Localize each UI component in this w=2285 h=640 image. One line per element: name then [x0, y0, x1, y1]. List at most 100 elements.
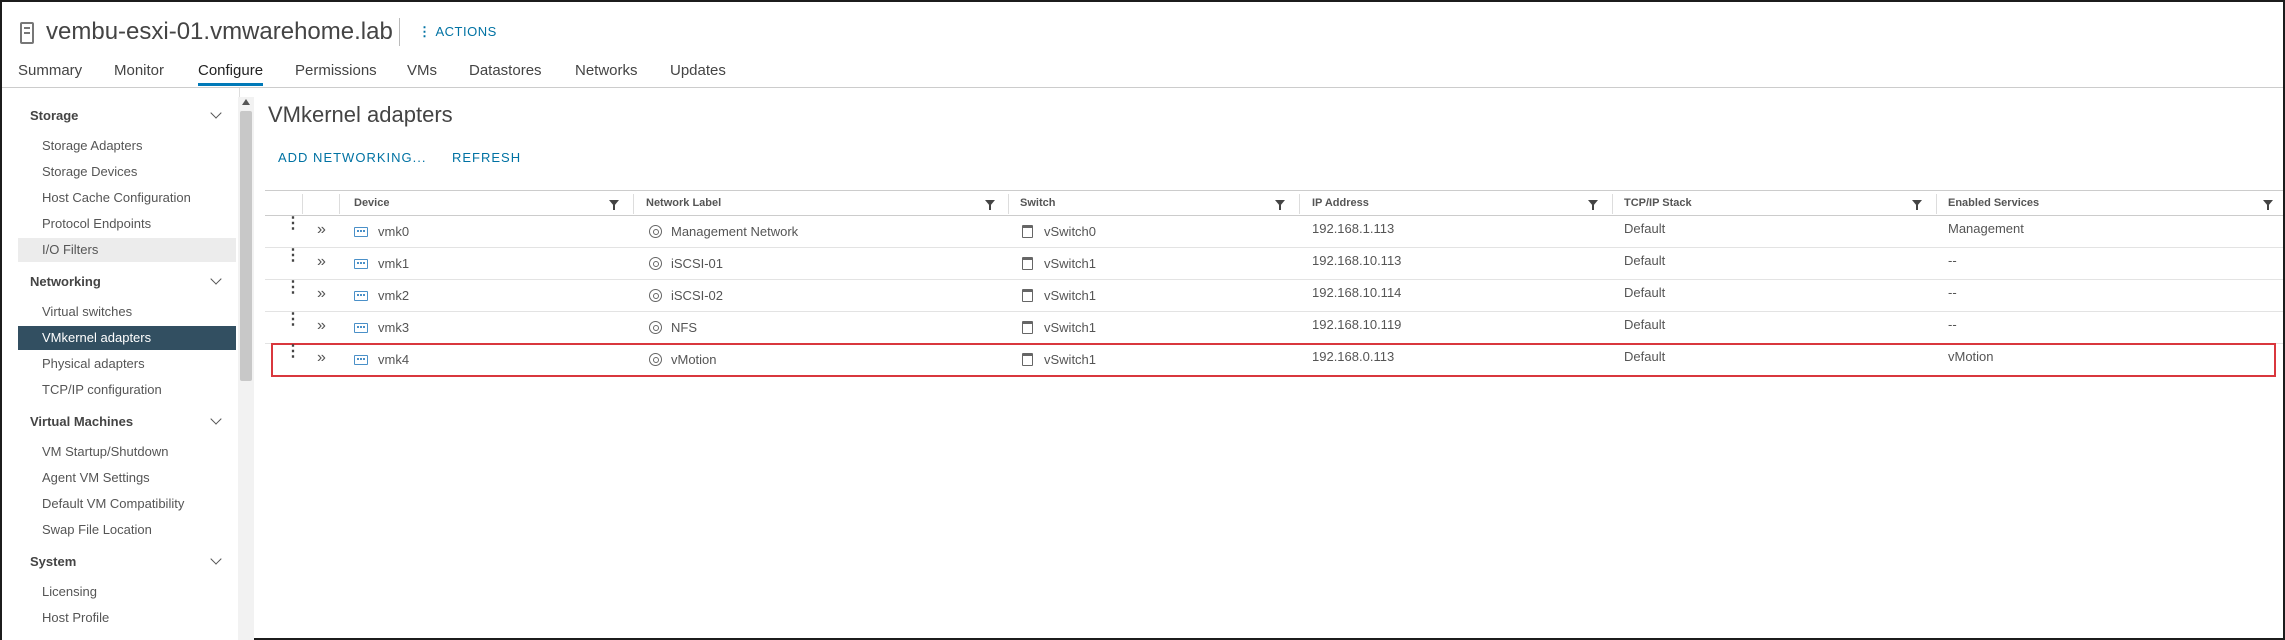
sidebar-item-licensing[interactable]: Licensing	[18, 580, 236, 604]
row-actions-icon[interactable]: ⋮	[285, 280, 301, 296]
network-icon	[649, 225, 662, 238]
sidebar-item-storage-adapters[interactable]: Storage Adapters	[18, 134, 236, 158]
table-row[interactable]: ⋮ » vmk0 Management Network vSwitch0 192…	[265, 216, 2283, 248]
tab-updates[interactable]: Updates	[670, 62, 726, 79]
row-actions-icon[interactable]: ⋮	[285, 344, 301, 360]
row-actions-icon[interactable]: ⋮	[285, 216, 301, 232]
cell-ip-address: 192.168.10.119	[1312, 317, 1402, 332]
row-actions-icon[interactable]: ⋮	[285, 248, 301, 264]
sidebar-item-protocol-endpoints[interactable]: Protocol Endpoints	[18, 212, 236, 236]
vmkernel-nic-icon	[354, 259, 368, 269]
host-title: vembu-esxi-01.vmwarehome.lab	[46, 18, 393, 45]
cell-network-label[interactable]: Management Network	[671, 224, 798, 239]
chevron-down-icon[interactable]	[210, 413, 222, 425]
sidebar-item-host-profile[interactable]: Host Profile	[18, 606, 236, 630]
table-row[interactable]: ⋮ » vmk3 NFS vSwitch1 192.168.10.119 Def…	[265, 312, 2283, 344]
sidebar-item-storage-devices[interactable]: Storage Devices	[18, 160, 236, 184]
sidebar-item-vmkernel-adapters[interactable]: VMkernel adapters	[18, 326, 236, 350]
sidebar-item-vm-startup-shutdown[interactable]: VM Startup/Shutdown	[18, 440, 236, 464]
column-divider	[1299, 194, 1300, 214]
column-divider	[1612, 194, 1613, 214]
chevron-down-icon[interactable]	[210, 553, 222, 565]
cell-switch[interactable]: vSwitch0	[1044, 224, 1096, 239]
table-row[interactable]: ⋮ » vmk2 iSCSI-02 vSwitch1 192.168.10.11…	[265, 280, 2283, 312]
column-divider	[302, 194, 303, 214]
sidebar-item-host-cache-configuration[interactable]: Host Cache Configuration	[18, 186, 236, 210]
filter-icon[interactable]	[1588, 200, 1598, 210]
expand-row-icon[interactable]: »	[317, 317, 326, 335]
refresh-button[interactable]: REFRESH	[452, 150, 521, 165]
row-actions-icon[interactable]: ⋮	[285, 312, 301, 328]
sidebar-item-physical-adapters[interactable]: Physical adapters	[18, 352, 236, 376]
cell-enabled-services: --	[1948, 285, 1957, 300]
scroll-up-icon[interactable]	[242, 99, 250, 105]
configure-sidebar: Storage Storage Adapters Storage Devices…	[2, 88, 240, 640]
cell-tcpip-stack: Default	[1624, 221, 1666, 236]
cell-device[interactable]: vmk2	[378, 288, 409, 303]
scrollbar-thumb[interactable]	[240, 111, 252, 381]
chevron-down-icon[interactable]	[210, 273, 222, 285]
table-row[interactable]: ⋮ » vmk1 iSCSI-01 vSwitch1 192.168.10.11…	[265, 248, 2283, 280]
sidebar-item-swap-file-location[interactable]: Swap File Location	[18, 518, 236, 542]
cell-tcpip-stack: Default	[1624, 317, 1666, 332]
column-header-switch[interactable]: Switch	[1020, 197, 1055, 209]
cell-network-label[interactable]: NFS	[671, 320, 697, 335]
switch-icon	[1022, 353, 1033, 366]
filter-icon[interactable]	[1275, 200, 1285, 210]
cell-network-label[interactable]: vMotion	[671, 352, 717, 367]
add-networking-button[interactable]: ADD NETWORKING...	[278, 150, 426, 165]
sidebar-item-agent-vm-settings[interactable]: Agent VM Settings	[18, 466, 236, 490]
tab-permissions[interactable]: Permissions	[295, 62, 377, 79]
cell-switch[interactable]: vSwitch1	[1044, 288, 1096, 303]
tab-monitor[interactable]: Monitor	[114, 62, 164, 79]
sidebar-item-tcpip-configuration[interactable]: TCP/IP configuration	[18, 378, 236, 402]
tab-vms[interactable]: VMs	[407, 62, 437, 79]
sidebar-item-virtual-switches[interactable]: Virtual switches	[18, 300, 236, 324]
actions-label: ACTIONS	[435, 24, 497, 39]
filter-icon[interactable]	[609, 200, 619, 210]
filter-icon[interactable]	[2263, 200, 2273, 210]
cell-device[interactable]: vmk1	[378, 256, 409, 271]
cell-network-label[interactable]: iSCSI-01	[671, 256, 723, 271]
cell-tcpip-stack: Default	[1624, 285, 1666, 300]
tab-configure[interactable]: Configure	[198, 62, 264, 86]
filter-icon[interactable]	[985, 200, 995, 210]
tab-summary[interactable]: Summary	[18, 62, 82, 79]
cell-switch[interactable]: vSwitch1	[1044, 352, 1096, 367]
cell-device[interactable]: vmk4	[378, 352, 409, 367]
kebab-icon: ⋮	[418, 24, 432, 39]
sidebar-section-storage[interactable]: Storage	[30, 108, 78, 123]
expand-row-icon[interactable]: »	[317, 349, 326, 367]
column-header-enabled-services[interactable]: Enabled Services	[1948, 197, 2039, 209]
cell-device[interactable]: vmk3	[378, 320, 409, 335]
actions-menu-button[interactable]: ⋮ ACTIONS	[418, 24, 497, 40]
cell-network-label[interactable]: iSCSI-02	[671, 288, 723, 303]
column-divider	[1936, 194, 1937, 214]
table-row-highlighted[interactable]: ⋮ » vmk4 vMotion vSwitch1 192.168.0.113 …	[271, 343, 2276, 377]
sidebar-section-system[interactable]: System	[30, 554, 76, 569]
cell-device[interactable]: vmk0	[378, 224, 409, 239]
expand-row-icon[interactable]: »	[317, 253, 326, 271]
sidebar-item-default-vm-compatibility[interactable]: Default VM Compatibility	[18, 492, 236, 516]
cell-switch[interactable]: vSwitch1	[1044, 256, 1096, 271]
chevron-down-icon[interactable]	[210, 107, 222, 119]
expand-row-icon[interactable]: »	[317, 285, 326, 303]
expand-row-icon[interactable]: »	[317, 221, 326, 239]
sidebar-section-virtual-machines[interactable]: Virtual Machines	[30, 414, 133, 429]
cell-switch[interactable]: vSwitch1	[1044, 320, 1096, 335]
column-header-device[interactable]: Device	[354, 197, 389, 209]
tab-datastores[interactable]: Datastores	[469, 62, 542, 79]
host-icon	[20, 22, 34, 44]
filter-icon[interactable]	[1912, 200, 1922, 210]
sidebar-section-networking[interactable]: Networking	[30, 274, 101, 289]
sidebar-item-io-filters[interactable]: I/O Filters	[18, 238, 236, 262]
tab-networks[interactable]: Networks	[575, 62, 638, 79]
cell-tcpip-stack: Default	[1624, 253, 1666, 268]
switch-icon	[1022, 289, 1033, 302]
switch-icon	[1022, 225, 1033, 238]
vmkernel-nic-icon	[354, 355, 368, 365]
sidebar-scrollbar[interactable]	[238, 97, 254, 640]
column-header-network-label[interactable]: Network Label	[646, 197, 721, 209]
column-header-ip-address[interactable]: IP Address	[1312, 197, 1369, 209]
column-header-tcpip-stack[interactable]: TCP/IP Stack	[1624, 197, 1692, 209]
